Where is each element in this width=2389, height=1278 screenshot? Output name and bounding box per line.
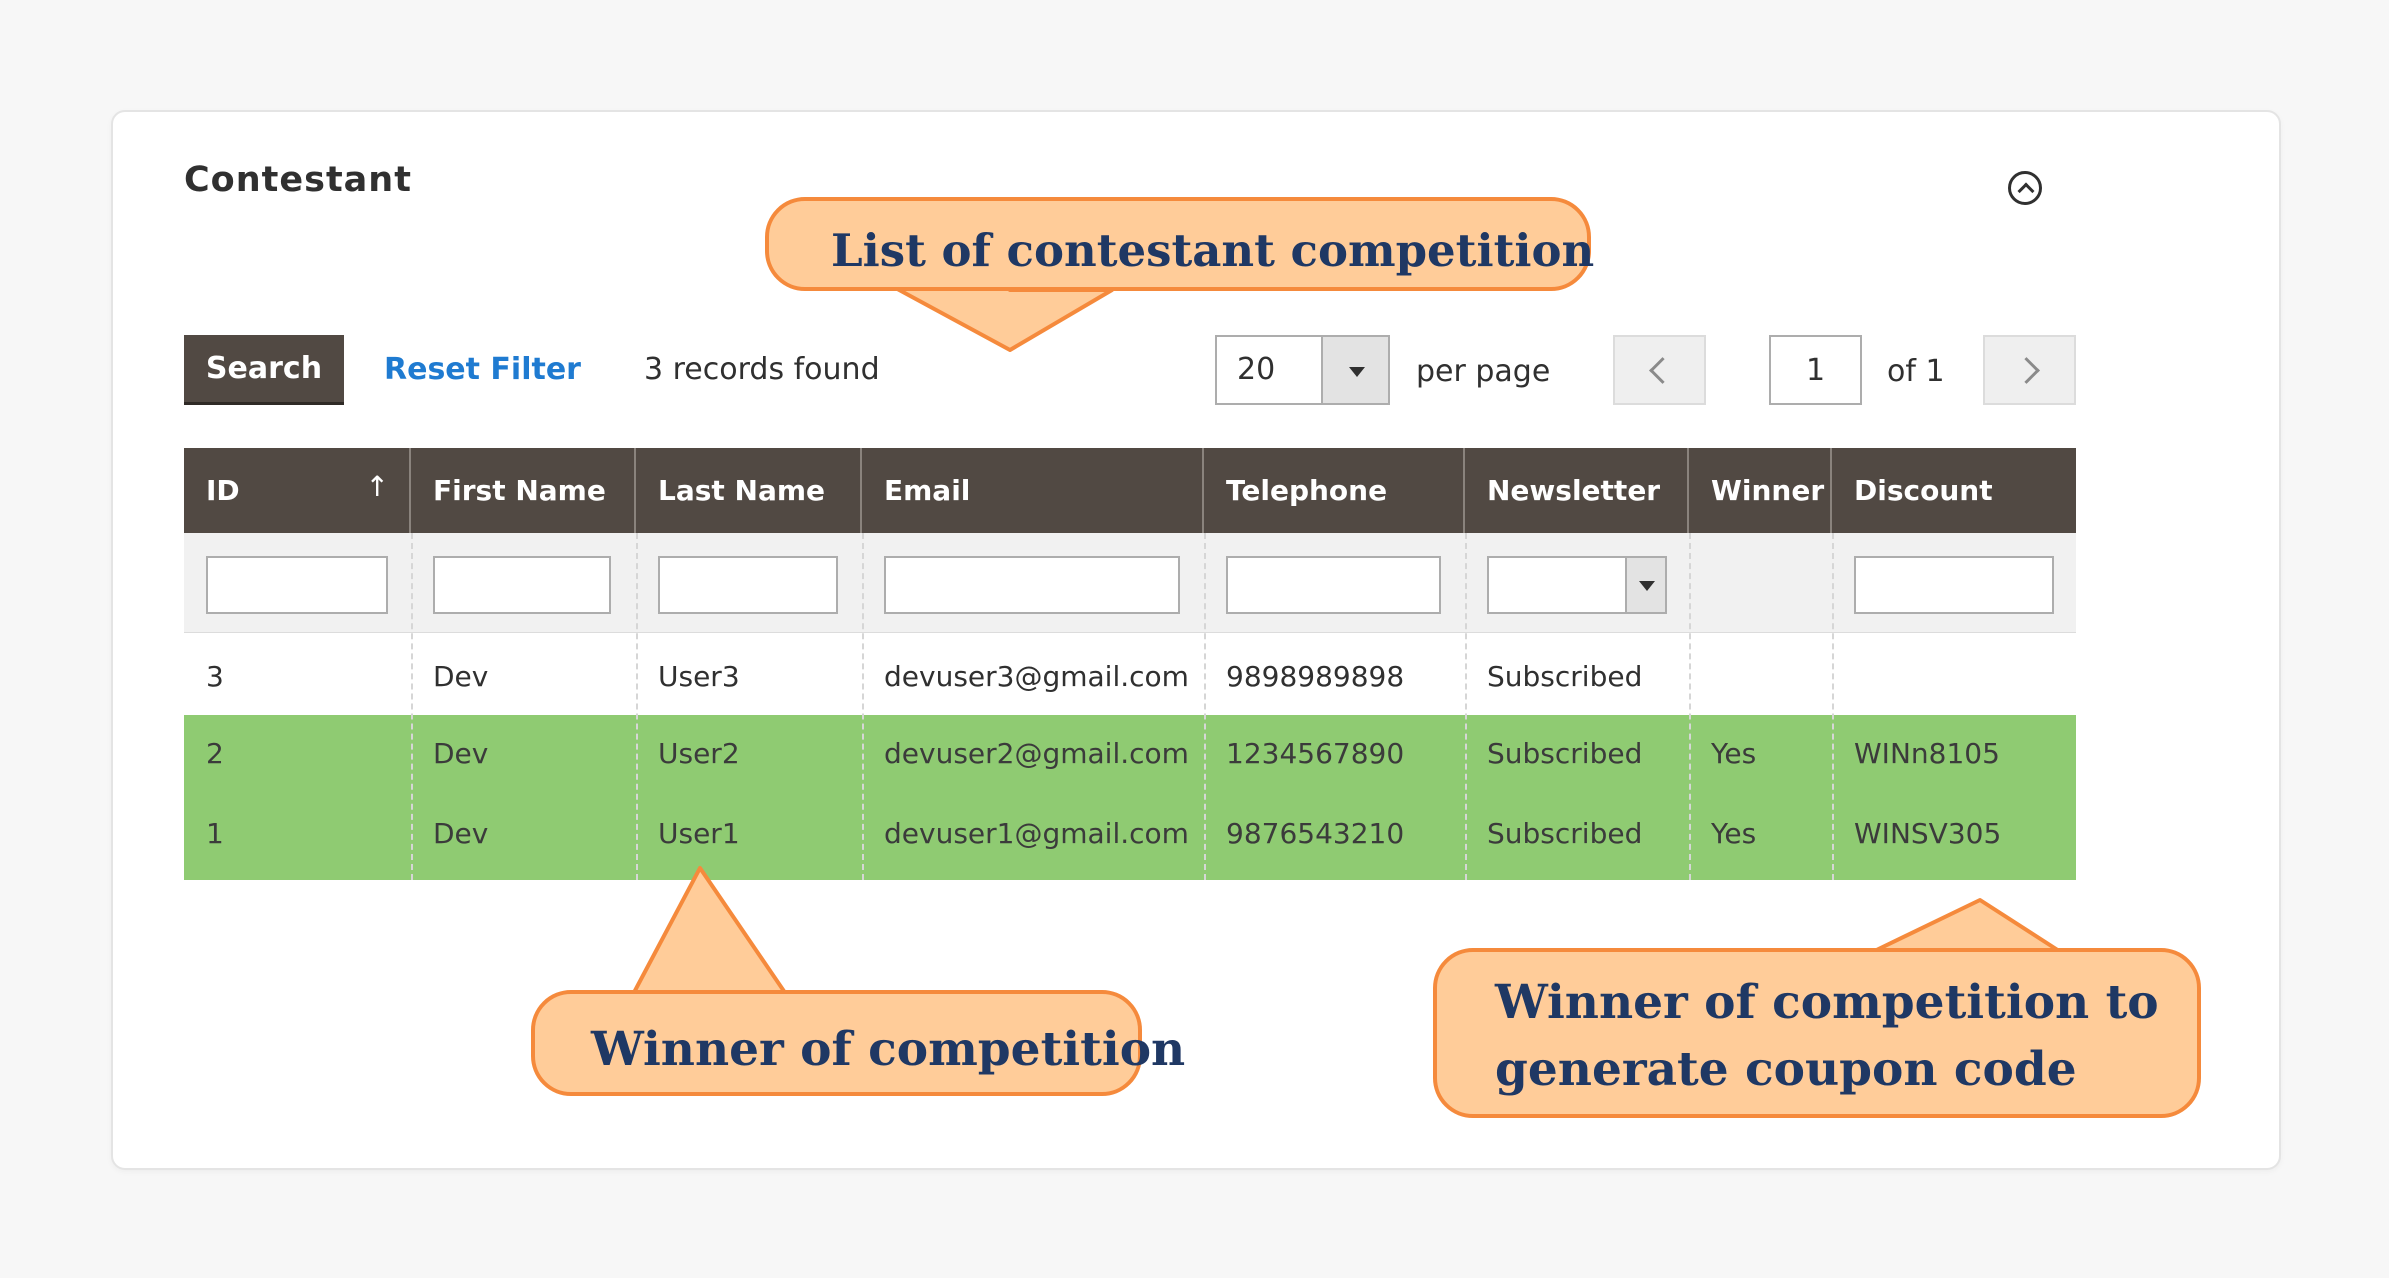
callout-winner: Winner of competition: [531, 990, 1185, 1096]
callout-coupon-line1: Winner of competition to: [1495, 975, 2159, 1030]
callout-list-text: List of contestant competition: [831, 224, 1595, 277]
callout-pointer-winner: [628, 866, 792, 1002]
callout-list: List of contestant competition: [765, 197, 1595, 291]
callout-coupon-line2: generate coupon code: [1495, 1042, 2077, 1097]
callout-winner-text: Winner of competition: [591, 1022, 1186, 1077]
callout-pointer-list: [888, 283, 1114, 352]
callout-coupon: Winner of competition to generate coupon…: [1433, 948, 2201, 1118]
